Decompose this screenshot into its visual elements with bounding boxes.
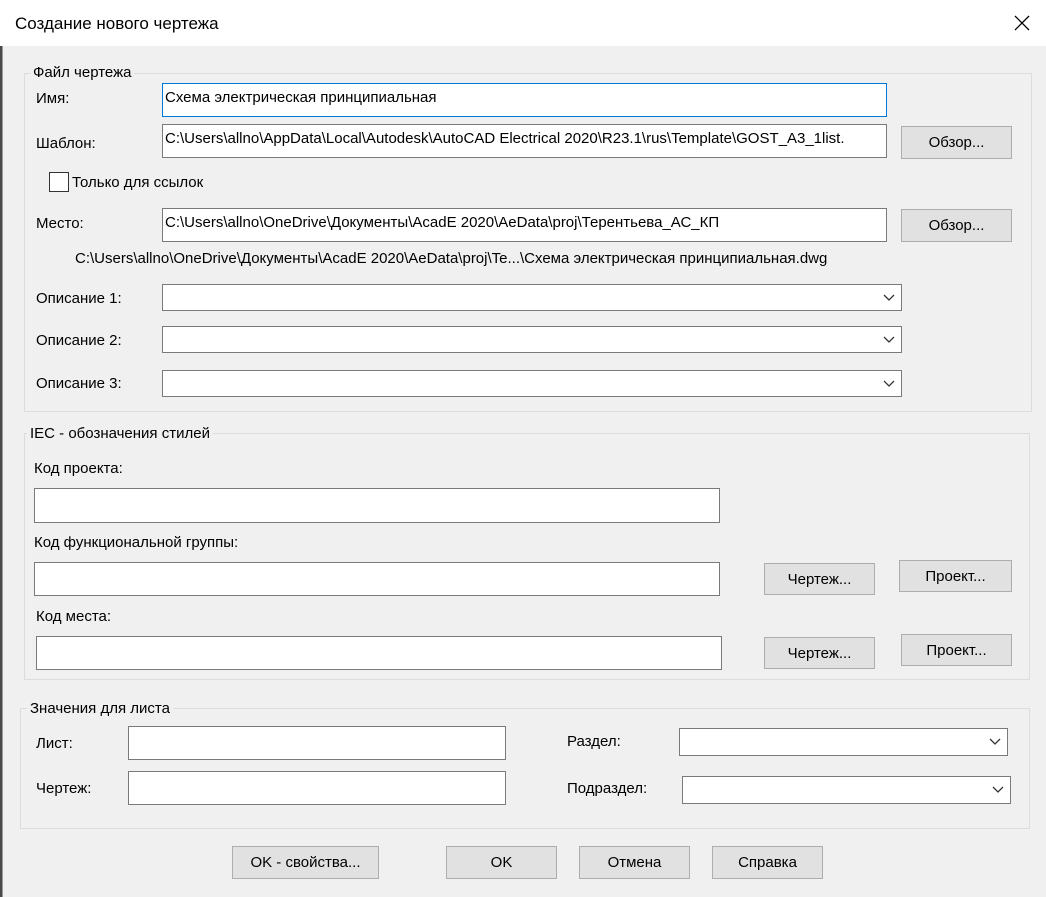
ok-button[interactable]: OK <box>446 846 557 879</box>
chevron-down-icon <box>989 738 1001 745</box>
close-button[interactable] <box>1000 4 1044 42</box>
drawing-file-group-label: Файл чертежа <box>30 64 135 82</box>
description-1-combo[interactable] <box>162 284 902 311</box>
sheet-input[interactable] <box>128 726 506 760</box>
drawing-input[interactable] <box>128 771 506 805</box>
help-button[interactable]: Справка <box>712 846 823 879</box>
location-code-input[interactable] <box>36 636 722 670</box>
title-bar: Создание нового чертежа <box>0 0 1046 46</box>
template-label: Шаблон: <box>36 135 96 152</box>
description-3-combo[interactable] <box>162 370 902 397</box>
location-code-drawing-button[interactable]: Чертеж... <box>764 637 875 669</box>
description-2-label: Описание 2: <box>36 332 122 349</box>
reference-only-checkbox[interactable] <box>49 172 69 192</box>
project-code-label: Код проекта: <box>34 460 123 477</box>
project-code-input[interactable] <box>34 488 720 523</box>
chevron-down-icon <box>992 786 1004 793</box>
sheet-values-group-label: Значения для листа <box>27 700 173 718</box>
template-input[interactable]: C:\Users\allno\AppData\Local\Autodesk\Au… <box>162 124 887 158</box>
window-title: Создание нового чертежа <box>15 14 219 33</box>
location-browse-button[interactable]: Обзор... <box>901 209 1012 242</box>
subsection-label: Подраздел: <box>567 780 648 797</box>
close-icon <box>1014 15 1030 31</box>
drawing-label: Чертеж: <box>36 780 92 797</box>
location-label: Место: <box>36 215 84 232</box>
name-label: Имя: <box>36 90 70 107</box>
chevron-down-icon <box>883 336 895 343</box>
function-code-input[interactable] <box>34 562 720 596</box>
description-3-label: Описание 3: <box>36 375 122 392</box>
window-edge-highlight <box>2 46 3 897</box>
section-combo[interactable] <box>679 728 1008 756</box>
description-2-combo[interactable] <box>162 326 902 353</box>
reference-only-label: Только для ссылок <box>72 174 204 191</box>
location-code-project-button[interactable]: Проект... <box>901 634 1012 666</box>
section-label: Раздел: <box>567 733 621 750</box>
subsection-combo[interactable] <box>682 776 1011 804</box>
iec-group-label: IEC - обозначения стилей <box>27 425 213 443</box>
function-code-drawing-button[interactable]: Чертеж... <box>764 563 875 595</box>
location-code-label: Код места: <box>36 608 112 625</box>
chevron-down-icon <box>883 380 895 387</box>
description-1-label: Описание 1: <box>36 290 122 307</box>
full-path-text: C:\Users\allno\OneDrive\Документы\AcadE … <box>75 250 828 267</box>
location-input[interactable]: C:\Users\allno\OneDrive\Документы\AcadE … <box>162 208 887 242</box>
ok-properties-button[interactable]: OK - свойства... <box>232 846 379 879</box>
function-code-label: Код функциональной группы: <box>34 534 239 551</box>
sheet-label: Лист: <box>36 735 73 752</box>
function-code-project-button[interactable]: Проект... <box>899 560 1012 592</box>
cancel-button[interactable]: Отмена <box>579 846 690 879</box>
name-input[interactable]: Схема электрическая принципиальная <box>162 83 887 117</box>
template-browse-button[interactable]: Обзор... <box>901 126 1012 159</box>
chevron-down-icon <box>883 294 895 301</box>
